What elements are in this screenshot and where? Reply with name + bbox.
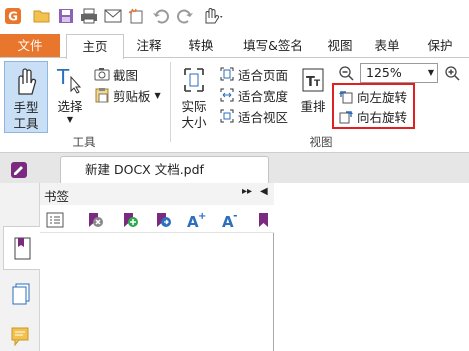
- save-icon[interactable]: [57, 7, 75, 25]
- actual-size-label-1: 实际: [181, 99, 207, 114]
- app-logo-icon[interactable]: G: [4, 7, 22, 25]
- tools-group-label: 工具: [72, 135, 96, 149]
- open-folder-icon[interactable]: [33, 7, 51, 25]
- fit-page-icon: [219, 66, 235, 82]
- svg-text:-: -: [233, 211, 238, 222]
- tab-comment[interactable]: 注释: [124, 34, 174, 58]
- reflow-button[interactable]: TT 重排: [296, 61, 330, 133]
- svg-text:+: +: [198, 211, 206, 222]
- fit-visible-icon: [219, 108, 235, 124]
- bookmarks-panel-title: 书签: [44, 189, 70, 204]
- new-icon[interactable]: [127, 7, 145, 25]
- fit-page-label: 适合页面: [238, 67, 289, 83]
- fit-width-button[interactable]: 适合宽度: [219, 85, 288, 105]
- add-bookmark-icon[interactable]: [120, 210, 140, 230]
- hand-tool-button[interactable]: 手型 工具: [4, 61, 48, 133]
- svg-text:G: G: [8, 10, 18, 24]
- text-cursor-icon: T: [52, 61, 88, 99]
- zoom-dropdown-arrow-icon[interactable]: ▼: [428, 64, 434, 82]
- comments-side-tab[interactable]: [10, 326, 32, 347]
- decrease-font-icon[interactable]: A-: [221, 210, 241, 230]
- bookmarks-panel-header: 书签 ▸▸ ◀: [40, 183, 274, 205]
- document-tab[interactable]: 新建 DOCX 文档.pdf: [60, 156, 269, 183]
- rotate-left-label: 向左旋转: [357, 89, 408, 105]
- rotate-left-icon: [338, 88, 354, 104]
- app-sidebar-logo-icon[interactable]: [10, 161, 28, 179]
- tab-home[interactable]: 主页: [66, 34, 124, 59]
- tab-convert[interactable]: 转换: [176, 34, 226, 58]
- panel-expand-icon[interactable]: ▸▸: [242, 186, 252, 197]
- clipboard-button[interactable]: 剪贴板 ▼: [94, 85, 161, 105]
- clipboard-icon: [94, 87, 110, 103]
- rotate-right-button[interactable]: 向右旋转: [338, 106, 407, 126]
- ribbon-tab-strip: 文件 主页 注释 转换 填写&签名 视图 表单 保护: [0, 34, 469, 59]
- email-icon[interactable]: [104, 7, 122, 25]
- panel-collapse-icon[interactable]: ◀: [260, 186, 268, 197]
- fit-page-button[interactable]: 适合页面: [219, 64, 288, 84]
- svg-text:T: T: [56, 65, 70, 89]
- increase-font-icon[interactable]: A +: [186, 210, 206, 230]
- tab-view[interactable]: 视图: [318, 34, 362, 58]
- screenshot-label: 截图: [113, 67, 139, 83]
- view-group-label: 视图: [309, 135, 333, 149]
- document-view-area[interactable]: [275, 183, 469, 351]
- tab-protect[interactable]: 保护: [412, 34, 468, 58]
- rotate-left-button[interactable]: 向左旋转: [338, 86, 407, 106]
- page-thumbnails-side-tab[interactable]: [11, 283, 31, 305]
- print-icon[interactable]: [80, 7, 98, 25]
- rotate-right-icon: [338, 108, 354, 124]
- fit-visible-label: 适合视区: [238, 109, 289, 125]
- ribbon-home-panel: 手型 工具 T 选择 ▼ 截图 剪贴板 ▼ 工具 实际 大小 适合页面 适合宽度…: [0, 58, 469, 153]
- fit-visible-button[interactable]: 适合视区: [219, 106, 288, 126]
- quick-access-toolbar: G: [0, 0, 469, 34]
- tab-fill-sign[interactable]: 填写&签名: [228, 34, 318, 58]
- actual-size-button[interactable]: 实际 大小: [176, 61, 212, 133]
- zoom-level-value: 125%: [366, 65, 402, 80]
- reflow-icon: TT: [296, 61, 330, 99]
- hand-tool-label-2: 工具: [13, 116, 39, 131]
- comment-icon: [11, 327, 29, 347]
- undo-icon[interactable]: [152, 7, 170, 25]
- hand-dropdown-icon[interactable]: [201, 7, 225, 25]
- reflow-label: 重排: [300, 99, 326, 114]
- fit-width-label: 适合宽度: [238, 88, 289, 104]
- bookmarks-panel: 书签 ▸▸ ◀ A + A-: [40, 183, 274, 351]
- tab-file[interactable]: 文件: [0, 34, 60, 58]
- delete-bookmark-icon[interactable]: [85, 210, 105, 230]
- fit-width-icon: [219, 87, 235, 103]
- bookmarks-side-tab[interactable]: [3, 226, 41, 270]
- bookmark-options-icon[interactable]: [45, 210, 65, 230]
- hand-tool-label-1: 手型: [13, 100, 39, 115]
- select-tool-button[interactable]: T 选择 ▼: [52, 61, 88, 133]
- zoom-level-select[interactable]: 125% ▼: [360, 63, 438, 83]
- clipboard-dropdown-arrow-icon[interactable]: ▼: [155, 91, 161, 100]
- clipboard-label: 剪贴板: [113, 88, 151, 104]
- screenshot-button[interactable]: 截图: [94, 64, 138, 84]
- tab-form[interactable]: 表单: [364, 34, 410, 58]
- rotate-right-label: 向右旋转: [357, 109, 408, 125]
- group-divider: [170, 62, 171, 142]
- hand-icon: [5, 62, 47, 100]
- camera-icon: [94, 66, 110, 82]
- actual-size-icon: [176, 61, 212, 99]
- navigation-side-strip: [0, 183, 41, 351]
- add-child-bookmark-icon[interactable]: [153, 210, 173, 230]
- bookmark-more-icon[interactable]: [256, 210, 270, 230]
- actual-size-label-2: 大小: [181, 115, 207, 130]
- select-dropdown-arrow-icon[interactable]: ▼: [52, 115, 88, 125]
- document-tab-title: 新建 DOCX 文档.pdf: [85, 162, 204, 177]
- select-tool-label: 选择: [57, 99, 83, 114]
- bookmarks-toolbar: A + A-: [40, 205, 274, 233]
- document-tab-bar: 新建 DOCX 文档.pdf: [0, 153, 469, 183]
- redo-icon[interactable]: [176, 7, 194, 25]
- svg-text:T: T: [314, 79, 321, 89]
- page-thumbnails-icon: [12, 283, 30, 305]
- bookmark-page-icon: [14, 237, 31, 260]
- zoom-in-icon[interactable]: [443, 64, 461, 82]
- zoom-out-icon[interactable]: [337, 64, 355, 82]
